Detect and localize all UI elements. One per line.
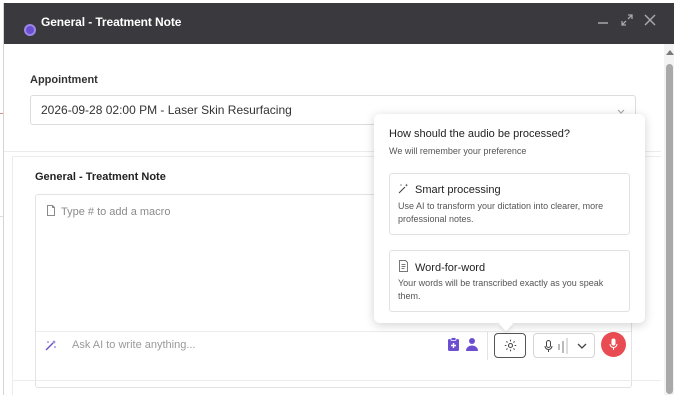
option-header: Smart processing [398, 183, 501, 197]
record-button[interactable] [601, 332, 626, 357]
microphone-icon [544, 340, 553, 352]
document-icon [46, 205, 56, 219]
close-icon[interactable] [641, 13, 659, 31]
modal-title: General - Treatment Note [41, 15, 182, 29]
patient-icon[interactable] [465, 337, 479, 357]
chevron-down-icon [577, 343, 587, 349]
ai-prompt-input[interactable]: Ask AI to write anything... [36, 332, 488, 360]
option-word-for-word[interactable]: Word-for-word Your words will be transcr… [389, 250, 630, 312]
page: General - Treatment Note Appointment 202… [0, 0, 674, 395]
audio-settings-button[interactable] [494, 333, 526, 358]
app-logo-icon [24, 24, 36, 36]
minimize-icon[interactable] [594, 13, 612, 31]
scrollbar[interactable] [664, 44, 674, 395]
option-label: Word-for-word [415, 261, 486, 274]
document-icon [398, 260, 409, 275]
ai-prompt-placeholder: Ask AI to write anything... [72, 339, 196, 351]
editor-toolbar: Ask AI to write anything... [36, 331, 631, 360]
popover-title: How should the audio be processed? [389, 128, 571, 140]
option-header: Word-for-word [398, 260, 485, 275]
option-label: Smart processing [415, 184, 501, 196]
magic-wand-icon [44, 339, 57, 352]
audio-level-icon [558, 338, 568, 354]
magic-wand-icon [398, 183, 409, 197]
option-description: Use AI to transform your dictation into … [398, 201, 604, 224]
scroll-up-icon[interactable] [666, 50, 674, 55]
note-label: General - Treatment Note [35, 171, 166, 183]
divider [12, 380, 661, 381]
ai-actions [447, 337, 479, 357]
editor-placeholder-text: Type # to add a macro [61, 206, 171, 218]
popover-subtitle: We will remember your preference [389, 146, 527, 156]
option-smart-processing[interactable]: Smart processing Use AI to transform you… [389, 173, 630, 235]
microphone-select[interactable] [533, 333, 595, 358]
appointment-value: 2026-09-28 02:00 PM - Laser Skin Resurfa… [41, 103, 292, 117]
scrollbar-thumb[interactable] [666, 64, 673, 394]
editor-placeholder: Type # to add a macro [46, 205, 170, 219]
appointment-label: Appointment [30, 74, 98, 86]
gear-icon [504, 339, 517, 352]
option-description: Your words will be transcribed exactly a… [398, 278, 604, 301]
microphone-icon [609, 338, 618, 350]
expand-icon[interactable] [618, 13, 636, 31]
modal-titlebar: General - Treatment Note [4, 3, 674, 44]
audio-processing-popover: How should the audio be processed? We wi… [374, 114, 645, 332]
medical-template-icon[interactable] [447, 337, 461, 357]
